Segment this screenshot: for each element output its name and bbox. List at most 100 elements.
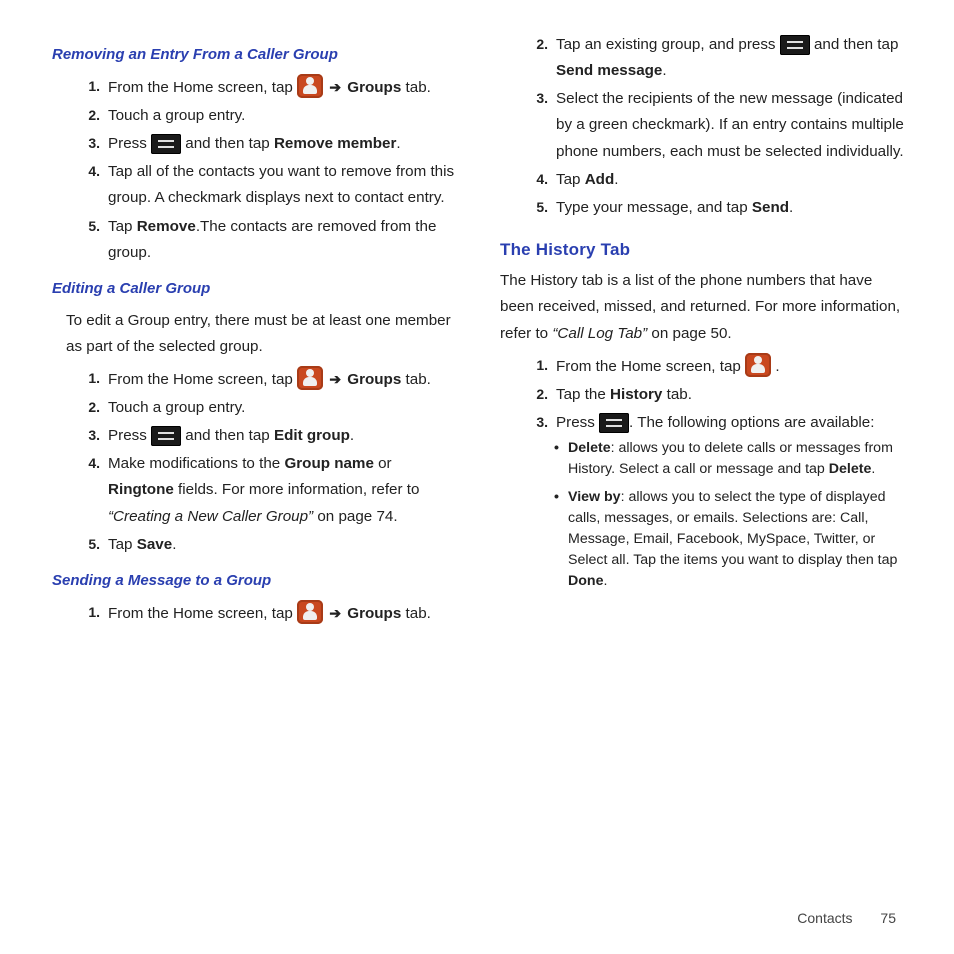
text: From the Home screen, tap — [556, 358, 745, 375]
heading-editing: Editing a Caller Group — [52, 276, 458, 302]
text: . — [789, 199, 793, 216]
text-bold: Send message — [556, 62, 662, 79]
text: Tap — [556, 171, 585, 188]
text: tab. — [662, 386, 692, 403]
step: 3. Select the recipients of the new mess… — [520, 86, 906, 164]
text-italic: “Call Log Tab” — [552, 325, 651, 342]
step: 3. Press and then tap Remove member. — [72, 131, 458, 157]
text: Type your message, and tap — [556, 199, 752, 216]
text-bold: Groups — [347, 371, 401, 388]
step: 5. Type your message, and tap Send. — [520, 195, 906, 221]
text: . — [662, 62, 666, 79]
step: 2. Tap the History tab. — [520, 382, 906, 408]
text-bold: View by — [568, 489, 621, 505]
text-bold: Groups — [347, 79, 401, 96]
text: Tap — [108, 536, 137, 553]
arrow-icon: ➔ — [327, 371, 343, 387]
contacts-icon — [745, 353, 771, 377]
text: Select the recipients of the new message… — [556, 90, 904, 159]
text: . — [172, 536, 176, 553]
text: Tap all of the contacts you want to remo… — [108, 163, 454, 206]
text: Press — [108, 427, 151, 444]
text-bold: Edit group — [274, 427, 350, 444]
list-editing: 1. From the Home screen, tap ➔ Groups ta… — [72, 366, 458, 558]
text-bold: Done — [568, 573, 603, 589]
text: . — [396, 135, 400, 152]
heading-removing: Removing an Entry From a Caller Group — [52, 42, 458, 68]
step: 1. From the Home screen, tap . — [520, 353, 906, 380]
text: Touch a group entry. — [108, 107, 245, 124]
step: 2. Tap an existing group, and press and … — [520, 32, 906, 84]
footer-section: Contacts — [797, 910, 852, 926]
step: 1. From the Home screen, tap ➔ Groups ta… — [72, 74, 458, 101]
text-bold: Group name — [284, 455, 373, 472]
step: 4. Tap Add. — [520, 167, 906, 193]
text: and then tap — [185, 135, 274, 152]
text: Tap the — [556, 386, 610, 403]
text: tab. — [406, 371, 431, 388]
text: tab. — [406, 605, 431, 622]
text: From the Home screen, tap — [108, 605, 297, 622]
contacts-icon — [297, 366, 323, 390]
text: on page 74. — [317, 508, 397, 525]
text: or — [374, 455, 392, 472]
step: 3. Press . The following options are ava… — [520, 410, 906, 436]
page: Removing an Entry From a Caller Group 1.… — [0, 0, 954, 954]
heading-history-tab: The History Tab — [500, 235, 906, 264]
contacts-icon — [297, 600, 323, 624]
list-sending: 1. From the Home screen, tap ➔ Groups ta… — [72, 600, 458, 627]
list-history: 1. From the Home screen, tap . 2. Tap th… — [520, 353, 906, 436]
text: and then tap — [185, 427, 274, 444]
step: 3. Press and then tap Edit group. — [72, 423, 458, 449]
step: 5. Tap Remove.The contacts are removed f… — [72, 214, 458, 266]
text: Tap an existing group, and press — [556, 36, 780, 53]
text: . — [871, 461, 875, 477]
text: From the Home screen, tap — [108, 371, 297, 388]
arrow-icon: ➔ — [327, 605, 343, 621]
page-number: 75 — [880, 910, 896, 926]
text-bold: Ringtone — [108, 481, 174, 498]
text: on page 50. — [651, 325, 731, 342]
list-removing: 1. From the Home screen, tap ➔ Groups ta… — [72, 74, 458, 266]
contacts-icon — [297, 74, 323, 98]
list-sending-cont: 2. Tap an existing group, and press and … — [520, 32, 906, 221]
text: . — [350, 427, 354, 444]
text: Tap — [108, 218, 137, 235]
text-italic: “Creating a New Caller Group” — [108, 508, 317, 525]
text-bold: Remove member — [274, 135, 396, 152]
step: 1. From the Home screen, tap ➔ Groups ta… — [72, 600, 458, 627]
text-bold: Delete — [829, 461, 872, 477]
text-bold: Send — [752, 199, 789, 216]
text-bold: Groups — [347, 605, 401, 622]
page-footer: Contacts 75 — [797, 910, 896, 926]
step: 1. From the Home screen, tap ➔ Groups ta… — [72, 366, 458, 393]
text: and then tap — [814, 36, 898, 53]
text: . — [614, 171, 618, 188]
step: 2. Touch a group entry. — [72, 395, 458, 421]
step: 4. Make modifications to the Group name … — [72, 451, 458, 529]
left-column: Removing an Entry From a Caller Group 1.… — [52, 32, 458, 918]
step: 4. Tap all of the contacts you want to r… — [72, 159, 458, 211]
text: From the Home screen, tap — [108, 79, 297, 96]
text-bold: Add — [585, 171, 615, 188]
text: Make modifications to the — [108, 455, 284, 472]
arrow-icon: ➔ — [327, 79, 343, 95]
text: . — [775, 358, 779, 375]
menu-icon — [151, 426, 181, 446]
sublist-history: Delete: allows you to delete calls or me… — [554, 438, 906, 592]
menu-icon — [151, 134, 181, 154]
text: Press — [108, 135, 151, 152]
text: . — [603, 573, 607, 589]
text: Press — [556, 414, 599, 431]
text: Touch a group entry. — [108, 399, 245, 416]
bullet: View by: allows you to select the type o… — [554, 487, 906, 592]
text-bold: Delete — [568, 440, 611, 456]
text: tab. — [406, 79, 431, 96]
menu-icon — [780, 35, 810, 55]
intro-history: The History tab is a list of the phone n… — [500, 268, 906, 346]
text-bold: History — [610, 386, 662, 403]
text-bold: Remove — [137, 218, 196, 235]
step: 2. Touch a group entry. — [72, 103, 458, 129]
text: . The following options are available: — [629, 414, 874, 431]
bullet: Delete: allows you to delete calls or me… — [554, 438, 906, 480]
